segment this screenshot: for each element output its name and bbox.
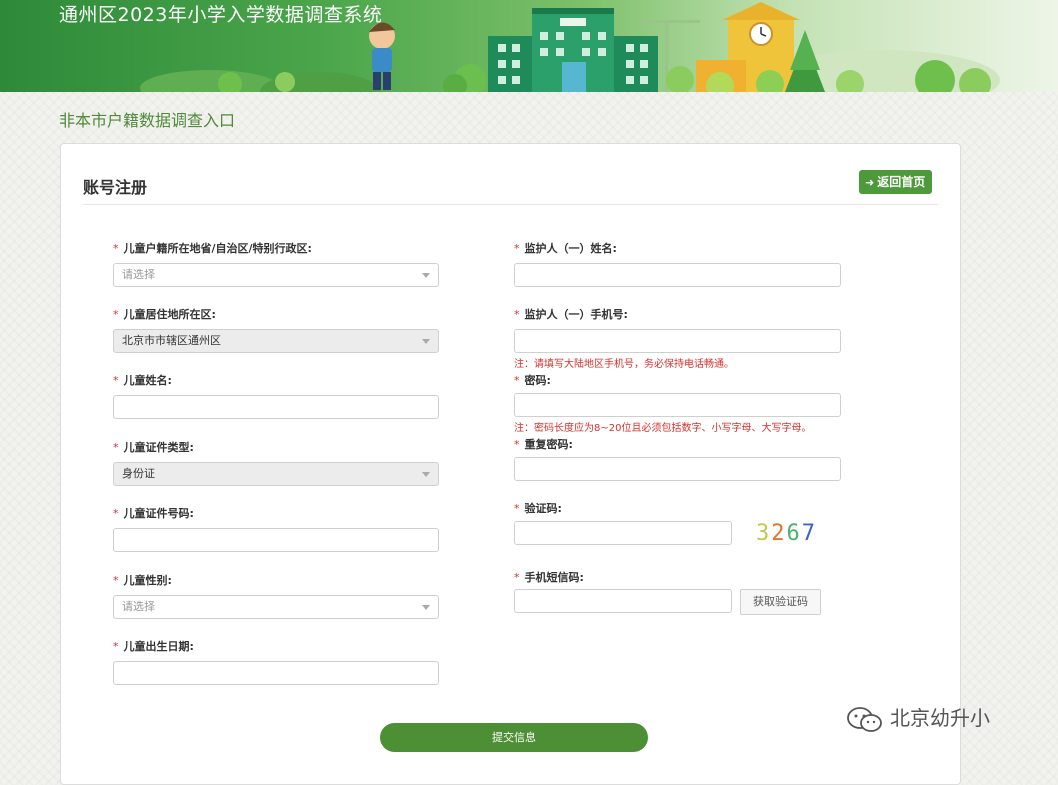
required-mark: * bbox=[113, 441, 119, 454]
label-captcha: * 验证码: bbox=[514, 500, 562, 516]
child-name-input[interactable] bbox=[113, 395, 439, 419]
label-text: 儿童姓名: bbox=[123, 374, 172, 387]
select-value: 北京市市辖区通州区 bbox=[122, 334, 221, 347]
label-guardian-name: * 监护人（一）姓名: bbox=[514, 240, 617, 256]
watermark-text: 北京幼升小 bbox=[890, 706, 990, 730]
required-mark: * bbox=[514, 571, 520, 584]
label-household-province: * 儿童户籍所在地省/自治区/特别行政区: bbox=[113, 240, 312, 256]
label-id-number: * 儿童证件号码: bbox=[113, 505, 194, 521]
household-province-select[interactable]: 请选择 bbox=[113, 263, 439, 287]
label-password-confirm: * 重复密码: bbox=[514, 436, 573, 452]
required-mark: * bbox=[514, 242, 520, 255]
registration-card: 账号注册 ➜ 返回首页 * 儿童户籍所在地省/自治区/特别行政区: 请选择 * 儿童居… bbox=[60, 143, 961, 785]
captcha-image[interactable]: 3267 bbox=[756, 521, 817, 546]
sms-code-input[interactable] bbox=[514, 589, 732, 613]
label-text: 儿童居住地所在区: bbox=[123, 308, 216, 321]
label-text: 儿童出生日期: bbox=[123, 640, 194, 653]
label-text: 儿童性别: bbox=[123, 574, 172, 587]
birth-date-input[interactable] bbox=[113, 661, 439, 685]
label-id-type: * 儿童证件类型: bbox=[113, 439, 194, 455]
required-mark: * bbox=[514, 438, 520, 451]
label-gender: * 儿童性别: bbox=[113, 572, 172, 588]
select-value: 身份证 bbox=[122, 467, 155, 480]
label-text: 儿童户籍所在地省/自治区/特别行政区: bbox=[123, 242, 312, 255]
get-sms-code-button[interactable]: 获取验证码 bbox=[740, 589, 821, 615]
required-mark: * bbox=[113, 640, 119, 653]
phone-note: 注：请填写大陆地区手机号，务必保持电话畅通。 bbox=[514, 359, 734, 370]
required-mark: * bbox=[113, 507, 119, 520]
captcha-digit: 7 bbox=[801, 521, 817, 546]
label-text: 监护人（一）姓名: bbox=[524, 242, 617, 255]
password-confirm-input[interactable] bbox=[514, 457, 841, 481]
captcha-digit: 6 bbox=[786, 521, 802, 546]
required-mark: * bbox=[113, 308, 119, 321]
arrow-left-icon: ➜ bbox=[865, 176, 875, 189]
section-title: 非本市户籍数据调查入口 bbox=[59, 111, 236, 130]
id-type-select: 身份证 bbox=[113, 462, 439, 486]
select-value: 请选择 bbox=[122, 268, 155, 281]
guardian-phone-input[interactable] bbox=[514, 329, 841, 353]
label-text: 儿童证件号码: bbox=[123, 507, 194, 520]
guardian-name-input[interactable] bbox=[514, 263, 841, 287]
required-mark: * bbox=[514, 374, 520, 387]
label-sms-code: * 手机短信码: bbox=[514, 569, 584, 585]
card-title: 账号注册 bbox=[83, 178, 148, 197]
chevron-down-icon bbox=[422, 472, 430, 477]
password-input[interactable] bbox=[514, 393, 841, 417]
system-title: 通州区2023年小学入学数据调查系统 bbox=[59, 4, 383, 26]
required-mark: * bbox=[113, 374, 119, 387]
password-note: 注：密码长度应为8~20位且必须包括数字、小写字母、大写字母。 bbox=[514, 423, 812, 434]
back-home-button[interactable]: ➜ 返回首页 bbox=[859, 170, 933, 194]
watermark: 北京幼升小 bbox=[846, 702, 990, 734]
wechat-icon bbox=[847, 706, 882, 732]
label-text: 重复密码: bbox=[524, 438, 573, 451]
chevron-down-icon bbox=[422, 339, 430, 344]
label-text: 儿童证件类型: bbox=[123, 441, 194, 454]
captcha-digit: 3 bbox=[756, 521, 772, 546]
label-guardian-phone: * 监护人（一）手机号: bbox=[514, 306, 628, 322]
header-banner: 通州区2023年小学入学数据调查系统 bbox=[0, 0, 1058, 92]
residence-district-select: 北京市市辖区通州区 bbox=[113, 329, 439, 353]
captcha-digit: 2 bbox=[771, 521, 787, 546]
card-divider bbox=[83, 204, 938, 205]
back-home-label: 返回首页 bbox=[877, 175, 926, 189]
id-number-input[interactable] bbox=[113, 528, 439, 552]
required-mark: * bbox=[113, 242, 119, 255]
label-birth-date: * 儿童出生日期: bbox=[113, 638, 194, 654]
label-text: 密码: bbox=[524, 374, 551, 387]
required-mark: * bbox=[514, 308, 520, 321]
chevron-down-icon bbox=[422, 273, 430, 278]
captcha-input[interactable] bbox=[514, 521, 732, 545]
required-mark: * bbox=[514, 502, 520, 515]
label-residence-district: * 儿童居住地所在区: bbox=[113, 306, 216, 322]
chevron-down-icon bbox=[422, 605, 430, 610]
label-text: 监护人（一）手机号: bbox=[524, 308, 628, 321]
label-password: * 密码: bbox=[514, 372, 551, 388]
gender-select[interactable]: 请选择 bbox=[113, 595, 439, 619]
label-text: 手机短信码: bbox=[524, 571, 584, 584]
required-mark: * bbox=[113, 574, 119, 587]
submit-button[interactable]: 提交信息 bbox=[380, 723, 648, 752]
select-value: 请选择 bbox=[122, 600, 155, 613]
label-child-name: * 儿童姓名: bbox=[113, 372, 172, 388]
label-text: 验证码: bbox=[524, 502, 562, 515]
